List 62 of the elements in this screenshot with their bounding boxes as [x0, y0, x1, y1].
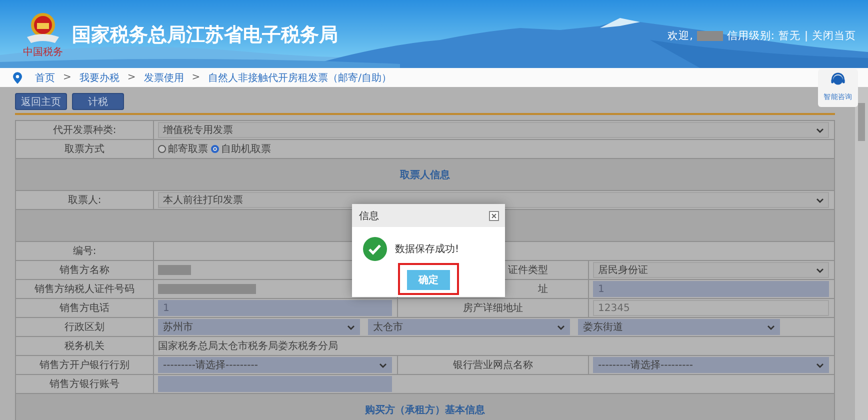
- breadcrumb-link[interactable]: 自然人非接触代开房租发票（邮寄/自助）: [208, 70, 392, 84]
- redaction-block: [158, 265, 191, 275]
- field-label: 销售方银行账号: [50, 378, 120, 391]
- breadcrumb-separator: >: [127, 72, 136, 83]
- toolbar-button[interactable]: 返回主页: [15, 93, 67, 110]
- close-icon[interactable]: [489, 210, 499, 220]
- caret-icon: [816, 128, 824, 132]
- welcome-text: 欢迎,: [668, 29, 693, 43]
- breadcrumb-link[interactable]: 我要办税: [79, 70, 120, 84]
- credit-label: 信用级别:: [726, 29, 774, 43]
- field-label: 行政区划: [16, 318, 154, 337]
- divider-text: |: [804, 30, 808, 42]
- field-label: 编号:: [72, 244, 96, 258]
- select-field[interactable]: ---------请选择---------: [593, 357, 829, 373]
- select-field[interactable]: ---------请选择---------: [158, 357, 392, 373]
- caret-icon: [767, 324, 775, 330]
- field-label: 房产详细地址: [463, 302, 523, 315]
- scrollbar[interactable]: [855, 87, 868, 420]
- select-field[interactable]: 娄东街道: [578, 319, 780, 335]
- field-label: 址: [538, 282, 548, 296]
- caret-icon: [816, 198, 824, 202]
- field-value: 国家税务总局太仓市税务局娄东税务分局: [158, 340, 338, 353]
- dialog-message: 数据保存成功!: [395, 242, 460, 256]
- field-label: 税务机关: [64, 340, 104, 353]
- caret-icon: [816, 268, 824, 272]
- caret-icon: [347, 324, 355, 330]
- section-heading: 购买方（承租方）基本信息: [16, 394, 835, 420]
- input-field[interactable]: 12345: [593, 300, 829, 316]
- caret-icon: [379, 362, 387, 368]
- select-field[interactable]: 居民身份证: [593, 262, 829, 278]
- breadcrumb-link[interactable]: 发票使用: [144, 70, 184, 84]
- radio-option[interactable]: 邮寄取票: [158, 142, 208, 156]
- breadcrumb-separator: >: [63, 72, 72, 83]
- toolbar-button[interactable]: 计税: [72, 93, 124, 110]
- field-label: 销售方开户银行行别: [40, 358, 130, 372]
- caret-icon: [816, 362, 824, 368]
- field-label: 银行营业网点名称: [453, 358, 533, 372]
- close-page-link[interactable]: 关闭当页: [812, 29, 856, 43]
- dialog-title: 信息: [359, 210, 379, 222]
- select-field[interactable]: 太仓市: [368, 319, 570, 335]
- field-label: 代开发票种类:: [52, 124, 116, 137]
- input-field[interactable]: [158, 376, 392, 392]
- radio-option[interactable]: 自助机取票: [211, 142, 271, 156]
- field-label: 销售方名称: [60, 264, 110, 277]
- field-label: 证件类型: [508, 264, 548, 277]
- select-field[interactable]: 苏州市: [158, 319, 360, 335]
- caret-icon: [557, 324, 565, 330]
- select-field[interactable]: 增值税专用发票: [158, 122, 829, 138]
- section-heading: 取票人信息: [16, 159, 835, 191]
- credit-value: 暂无: [778, 29, 800, 43]
- field-label: 销售方纳税人证件号码: [34, 282, 134, 296]
- location-pin-icon: [13, 72, 22, 84]
- field-label: 取票方式: [16, 140, 154, 159]
- redaction-block: [696, 31, 723, 41]
- field-label: 取票人:: [68, 194, 102, 207]
- breadcrumb-separator: >: [192, 72, 200, 83]
- logo-caption: 中国税务: [23, 46, 63, 58]
- site-title: 国家税务总局江苏省电子税务局: [72, 23, 338, 48]
- field-label: 销售方电话: [60, 302, 110, 315]
- success-check-icon: [363, 237, 387, 261]
- select-field[interactable]: 本人前往打印发票: [158, 192, 829, 208]
- breadcrumb-link[interactable]: 首页: [35, 70, 55, 84]
